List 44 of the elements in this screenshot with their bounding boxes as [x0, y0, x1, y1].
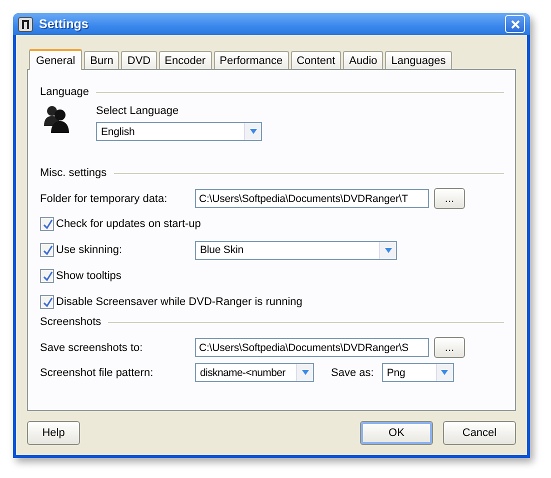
tab[interactable]: Audio: [343, 51, 384, 69]
field-label: Folder for temporary data:: [40, 192, 168, 204]
field-label: Select Language: [96, 105, 180, 117]
dropdown-arrow-icon: [384, 248, 392, 252]
tab[interactable]: Encoder: [158, 51, 212, 69]
pattern-dropdown[interactable]: diskname-<number: [195, 363, 314, 382]
dialog-button[interactable]: OK: [360, 421, 433, 445]
checkbox-label: Check for updates on start-up: [56, 218, 201, 230]
checkbox[interactable]: [40, 243, 54, 257]
section-heading: Language: [40, 86, 89, 98]
checkbox[interactable]: [40, 295, 54, 309]
path-field[interactable]: C:\Users\Softpedia\Documents\DVDRanger\T: [195, 189, 429, 208]
tab[interactable]: DVD: [121, 51, 157, 69]
language-dropdown[interactable]: English: [96, 122, 262, 141]
app-icon: [18, 16, 33, 32]
skin-dropdown[interactable]: Blue Skin: [195, 240, 397, 260]
tab[interactable]: Performance: [214, 51, 289, 69]
close-icon: [510, 20, 520, 28]
checkbox[interactable]: [40, 217, 54, 231]
field-label: Save as:: [331, 366, 374, 378]
checkbox-label: Disable Screensaver while DVD-Ranger is running: [56, 296, 302, 308]
section-heading: Screenshots: [40, 316, 102, 328]
field-label: Screenshot file pattern:: [40, 366, 154, 378]
dropdown-arrow-icon: [441, 370, 448, 375]
browse-button[interactable]: ...: [434, 337, 465, 358]
checkbox-label: Show tooltips: [56, 270, 122, 282]
window-title: Settings: [39, 17, 90, 31]
dialog-button[interactable]: Help: [27, 421, 80, 445]
tab[interactable]: Burn: [84, 51, 120, 69]
tab[interactable]: General: [29, 49, 82, 70]
section-heading: Misc. settings: [40, 167, 107, 179]
dropdown-arrow-icon: [302, 370, 308, 375]
browse-button[interactable]: ...: [434, 188, 465, 209]
field-label: Save screenshots to:: [40, 342, 144, 354]
tab[interactable]: Content: [290, 51, 342, 69]
checkbox-label: Use skinning:: [56, 244, 122, 256]
tab[interactable]: Languages: [385, 51, 452, 69]
format-dropdown[interactable]: Png: [382, 363, 454, 382]
close-button[interactable]: [505, 15, 525, 33]
dialog-button[interactable]: Cancel: [443, 421, 516, 445]
path-field[interactable]: C:\Users\Softpedia\Documents\DVDRanger\S: [195, 338, 429, 357]
users-icon: [42, 104, 72, 134]
dropdown-arrow-icon: [250, 129, 256, 134]
checkbox[interactable]: [40, 269, 54, 283]
